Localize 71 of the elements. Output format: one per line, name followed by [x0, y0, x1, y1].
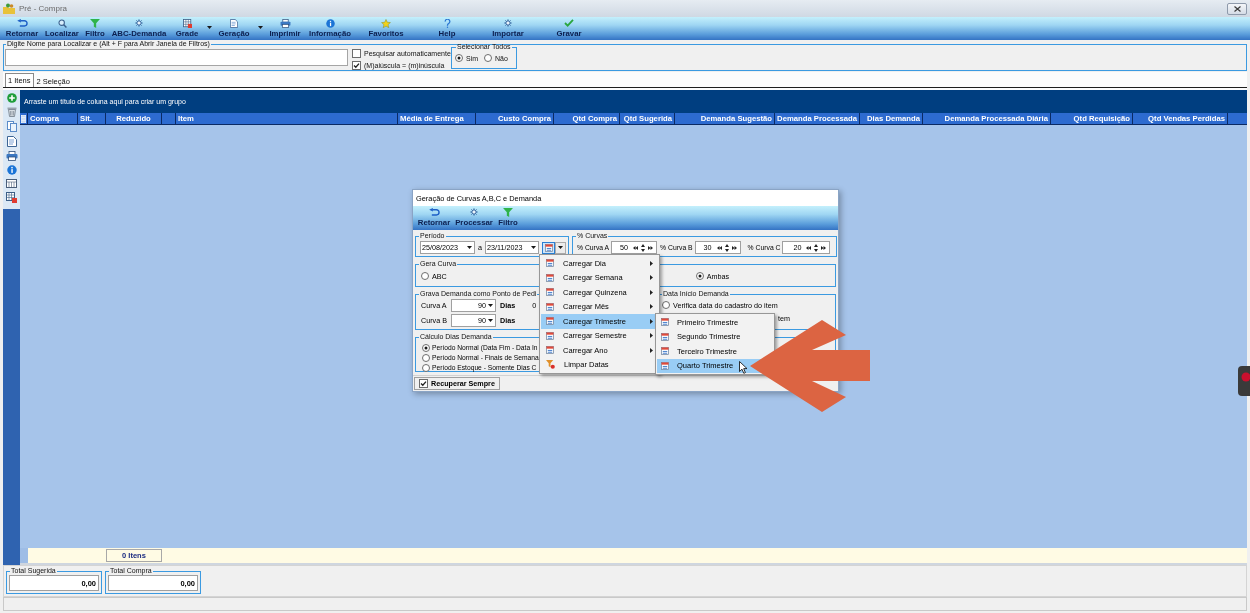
plus-icon[interactable] [6, 93, 17, 103]
calendar-icon [546, 259, 554, 268]
double-left-icon[interactable] [716, 245, 722, 250]
calendar-icon [661, 318, 669, 327]
mouse-cursor-icon [739, 361, 748, 374]
table-icon [182, 18, 192, 28]
calendar-icon [546, 346, 554, 355]
checkbox[interactable] [419, 379, 428, 388]
app-icon [3, 3, 15, 14]
calendar-icon [546, 317, 554, 326]
calendar-icon [546, 273, 554, 282]
close-icon [1233, 5, 1241, 12]
column-chooser-icon[interactable] [21, 114, 26, 123]
caret-icon [206, 25, 212, 29]
radio-button[interactable] [421, 272, 429, 280]
double-left-icon[interactable] [806, 245, 812, 250]
caret-icon [558, 246, 563, 249]
radio-button[interactable] [695, 272, 704, 280]
printer-icon[interactable] [5, 151, 18, 161]
document-icon[interactable] [6, 136, 17, 147]
calendar-icon [661, 347, 669, 356]
caret-icon [531, 246, 536, 249]
record-tab-icon [1238, 366, 1250, 396]
radio-button[interactable] [455, 54, 463, 62]
help-icon [443, 18, 451, 28]
search-icon [57, 18, 67, 28]
undo-icon [428, 208, 440, 216]
filter-clear-icon [546, 360, 555, 370]
check-icon [564, 19, 574, 27]
radio-button[interactable] [422, 363, 430, 372]
checkbox[interactable] [352, 49, 361, 58]
table-icon[interactable] [6, 179, 17, 188]
double-right-icon[interactable] [731, 245, 737, 250]
radio-button[interactable] [422, 343, 430, 352]
calendar-button[interactable] [542, 241, 555, 254]
trash-icon[interactable] [6, 107, 17, 117]
radio-button[interactable] [662, 301, 670, 309]
caret-icon [488, 304, 493, 307]
double-right-icon[interactable] [648, 245, 654, 250]
printer-icon [279, 18, 291, 28]
calendar-icon [546, 302, 554, 311]
undo-icon [16, 19, 28, 27]
search-field[interactable] [5, 49, 348, 66]
caret-icon [257, 25, 263, 29]
table-delete-icon[interactable] [6, 192, 17, 203]
calendar-icon [661, 361, 669, 370]
dropdown-button[interactable] [555, 241, 566, 254]
caret-icon [488, 319, 493, 322]
radio-button[interactable] [484, 54, 493, 62]
caret-icon [467, 246, 472, 249]
star-icon [381, 18, 391, 28]
gear-icon [135, 19, 143, 27]
window-title: Pré - Compra [19, 4, 67, 13]
close-button[interactable] [1227, 2, 1247, 15]
calendar-icon [546, 331, 554, 340]
gear-icon [470, 208, 478, 216]
calendar-icon [661, 332, 669, 341]
calendar-icon [544, 243, 553, 252]
calendar-icon [546, 288, 554, 297]
document-icon [230, 18, 238, 28]
up-down-icon[interactable] [814, 243, 819, 252]
copy-icon[interactable] [6, 121, 17, 132]
up-down-icon[interactable] [724, 243, 729, 252]
radio-button[interactable] [422, 353, 430, 362]
double-right-icon[interactable] [821, 245, 827, 250]
info-icon[interactable] [6, 165, 17, 175]
checkbox[interactable] [352, 61, 361, 70]
double-left-icon[interactable] [633, 245, 639, 250]
info-icon [325, 18, 335, 28]
gear-icon [504, 19, 512, 27]
up-down-icon[interactable] [641, 243, 646, 252]
